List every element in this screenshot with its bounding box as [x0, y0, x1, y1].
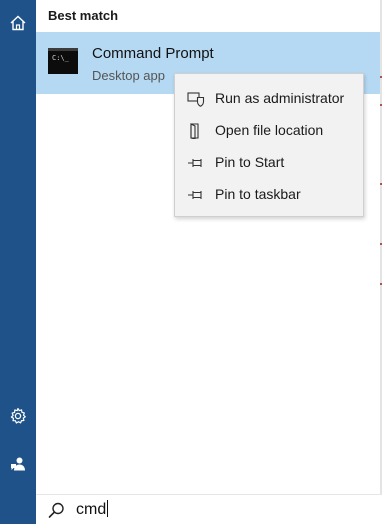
text-caret: [107, 500, 109, 517]
best-match-header: Best match: [48, 8, 119, 23]
search-input[interactable]: cmd: [76, 500, 109, 519]
menu-item-label: Open file location: [215, 122, 324, 138]
home-button[interactable]: [0, 5, 36, 41]
search-icon: [48, 502, 64, 518]
menu-item-label: Pin to Start: [215, 154, 285, 170]
result-subtitle: Desktop app: [92, 68, 165, 83]
result-title: Command Prompt: [92, 45, 214, 62]
menu-item-open-file-location[interactable]: Open file location: [175, 115, 363, 147]
shield-run-icon: [187, 92, 205, 107]
search-box[interactable]: cmd: [36, 494, 382, 524]
gear-icon: [10, 407, 26, 424]
left-rail: [0, 0, 36, 524]
start-search-window: Best match C:\_ Command Prompt Desktop a…: [0, 0, 382, 524]
settings-button[interactable]: [0, 398, 36, 434]
home-icon: [10, 15, 26, 31]
feedback-button[interactable]: [0, 446, 36, 482]
command-prompt-icon: C:\_: [48, 48, 78, 74]
menu-item-pin-to-taskbar[interactable]: Pin to taskbar: [175, 179, 363, 211]
pin-icon: [188, 191, 202, 199]
context-menu: Run as administrator Open file location …: [174, 73, 364, 217]
menu-item-run-as-administrator[interactable]: Run as administrator: [175, 83, 363, 115]
command-prompt-icon-glyph: C:\_: [52, 54, 69, 62]
file-location-icon: [190, 123, 199, 139]
pin-icon: [188, 159, 202, 167]
menu-item-label: Pin to taskbar: [215, 186, 301, 202]
search-input-value: cmd: [76, 501, 107, 518]
menu-item-label: Run as administrator: [215, 90, 345, 106]
feedback-icon: [11, 457, 25, 471]
menu-item-pin-to-start[interactable]: Pin to Start: [175, 147, 363, 179]
